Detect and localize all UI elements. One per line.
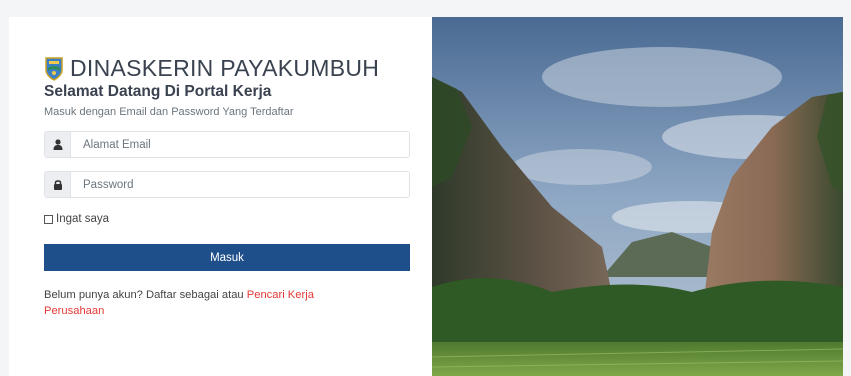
lock-icon	[45, 172, 71, 197]
login-button[interactable]: Masuk	[44, 244, 410, 271]
login-card: DINASKERIN PAYAKUMBUH Selamat Datang Di …	[9, 17, 843, 376]
brand-header: DINASKERIN PAYAKUMBUH	[44, 55, 379, 82]
email-input[interactable]	[71, 132, 409, 157]
register-jobseeker-link[interactable]: Pencari Kerja	[247, 289, 314, 301]
brand-name: DINASKERIN PAYAKUMBUH	[70, 55, 380, 81]
register-company-link[interactable]: Perusahaan	[44, 305, 104, 317]
page-title: Selamat Datang Di Portal Kerja	[44, 83, 272, 100]
remember-label: Ingat saya	[56, 213, 110, 225]
register-prompt: Belum punya akun? Daftar sebagai atau Pe…	[44, 287, 344, 319]
shield-emblem-icon	[45, 56, 63, 81]
page-subtitle: Masuk dengan Email dan Password Yang Ter…	[44, 106, 294, 118]
login-panel: DINASKERIN PAYAKUMBUH Selamat Datang Di …	[9, 17, 432, 376]
remember-me[interactable]: Ingat saya	[44, 213, 109, 225]
register-text: Belum punya akun? Daftar sebagai atau	[44, 289, 247, 301]
password-field	[44, 171, 410, 198]
remember-checkbox[interactable]	[44, 214, 53, 224]
password-input[interactable]	[71, 172, 409, 197]
user-icon	[45, 132, 71, 157]
email-field	[44, 131, 410, 158]
valley-landscape-image	[432, 17, 843, 376]
